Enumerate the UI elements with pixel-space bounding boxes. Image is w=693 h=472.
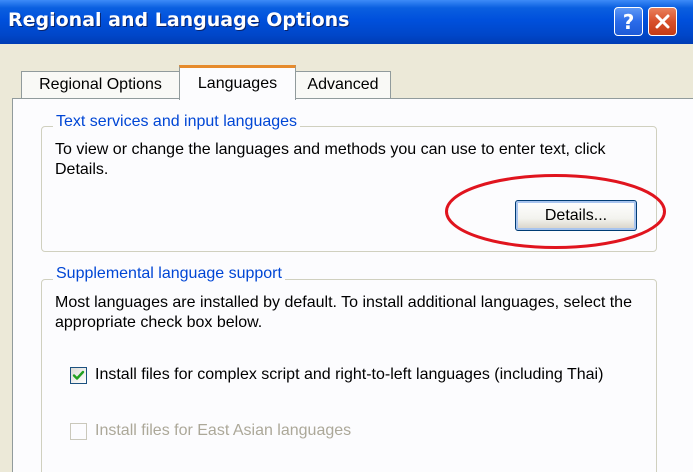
tab-languages[interactable]: Languages	[179, 65, 296, 100]
complex-script-checkbox[interactable]	[70, 367, 87, 384]
text-services-description: To view or change the languages and meth…	[55, 141, 606, 178]
tab-label: Languages	[197, 75, 278, 92]
text-services-legend: Text services and input languages	[53, 113, 301, 131]
tab-label: Advanced	[307, 76, 379, 93]
close-icon	[655, 14, 670, 29]
dialog-window: Regional and Language Options ? Regional…	[0, 0, 693, 472]
window-title: Regional and Language Options	[8, 9, 350, 31]
close-button[interactable]	[648, 7, 677, 36]
help-icon: ?	[622, 9, 635, 34]
tab-advanced[interactable]: Advanced	[295, 71, 391, 98]
east-asian-checkbox[interactable]	[70, 423, 87, 440]
title-bar[interactable]: Regional and Language Options ?	[0, 0, 693, 44]
supplemental-legend: Supplemental language support	[53, 265, 285, 283]
supplemental-description: Most languages are installed by default.…	[55, 294, 632, 331]
complex-script-label[interactable]: Install files for complex script and rig…	[95, 365, 635, 385]
details-button[interactable]: Details...	[515, 200, 637, 231]
help-button[interactable]: ?	[614, 7, 643, 36]
tab-label: Regional Options	[39, 76, 162, 93]
east-asian-label[interactable]: Install files for East Asian languages	[95, 421, 615, 441]
checkmark-icon	[72, 370, 85, 380]
tab-regional-options[interactable]: Regional Options	[21, 71, 180, 98]
